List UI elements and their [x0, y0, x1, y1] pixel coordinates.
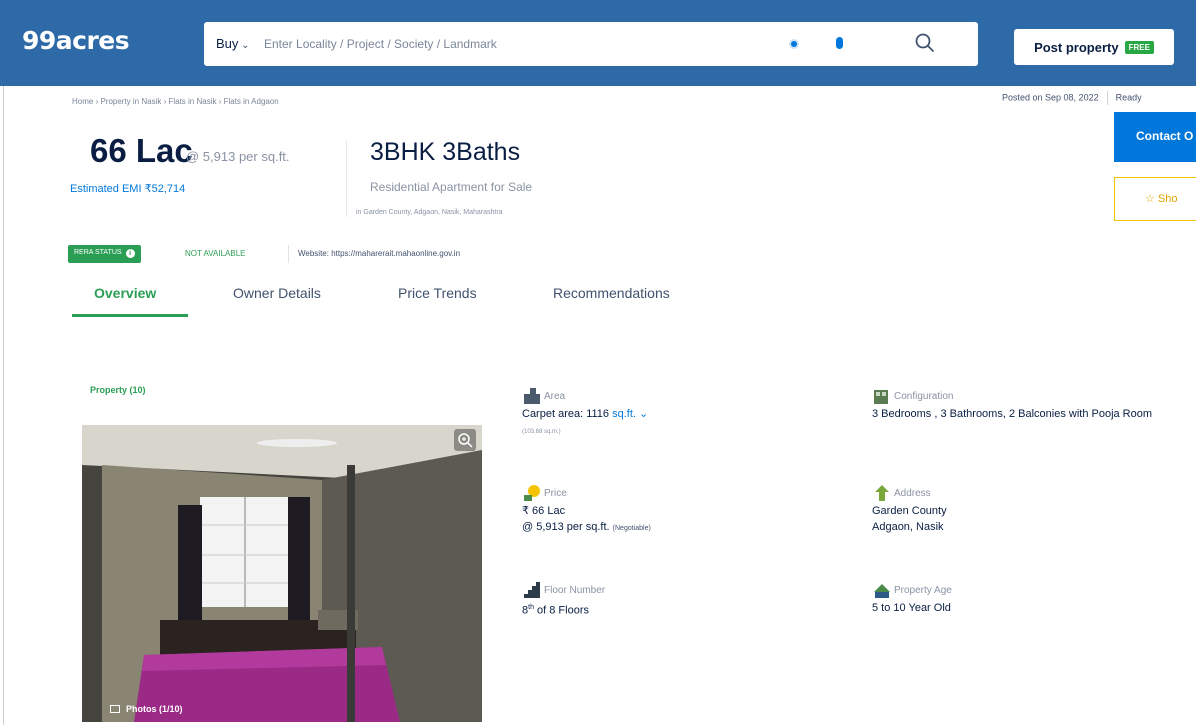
price-label: Price [544, 488, 567, 499]
info-icon[interactable]: i [125, 249, 135, 258]
bedroom-photo [82, 425, 482, 722]
configuration-label: Configuration [894, 391, 954, 402]
divider [288, 245, 289, 263]
area-value: Carpet area: 1116 sq.ft. ⌄ (103.68 sq.m.… [522, 406, 648, 440]
bed-icon [874, 390, 888, 404]
price-tag-icon [524, 485, 540, 501]
listing-subtitle: Residential Apartment for Sale [370, 180, 533, 194]
configuration-value: 3 Bedrooms , 3 Bathrooms, 2 Balconies wi… [872, 408, 1153, 420]
page-edge [3, 86, 4, 725]
building-age-icon [874, 584, 890, 598]
rera-status-badge: RERA STATUS i [68, 245, 141, 263]
availability-status: Ready [1115, 92, 1142, 103]
posted-date: Posted on Sep 08, 2022 [1002, 92, 1099, 103]
listing-address: in Garden County, Adgaon, Nasik, Maharas… [356, 209, 503, 216]
photos-count-button[interactable]: Photos (1/10) [110, 704, 183, 714]
breadcrumb[interactable]: Home › Property in Nasik › Flats in Nasi… [72, 97, 279, 106]
star-icon: ☆ [1145, 193, 1158, 205]
address-icon [875, 485, 889, 501]
address-value: Garden County Adgaon, Nasik [872, 503, 947, 535]
rera-status-value: NOT AVAILABLE [185, 249, 246, 258]
tab-overview[interactable]: Overview [94, 285, 156, 323]
total-floors: of 8 Floors [537, 604, 589, 617]
search-input[interactable] [264, 30, 764, 58]
posted-info: Posted on Sep 08, 2022 Ready [1002, 91, 1142, 105]
floor-value: 8th of 8 Floors [522, 600, 589, 619]
price-amount: ₹ 66 Lac [522, 505, 566, 517]
gallery-icon [110, 705, 120, 713]
property-photos-label: Property (10) [90, 385, 146, 395]
active-tab-indicator [72, 314, 188, 317]
property-photo[interactable]: Photos (1/10) [82, 425, 482, 722]
area-label: Area [544, 391, 566, 402]
property-age-label: Property Age [894, 585, 952, 596]
carpet-area: Carpet area: 1116 [522, 408, 610, 420]
shortlist-button[interactable]: ☆ Sho [1114, 177, 1196, 221]
buy-dropdown[interactable]: Buy ⌄ [216, 36, 250, 51]
location-icon[interactable] [789, 39, 799, 49]
address-line2: Adgaon, Nasik [872, 521, 944, 533]
address-line1: Garden County [872, 505, 947, 517]
microphone-icon[interactable] [836, 37, 843, 49]
price-per-sqft-detail: @ 5,913 per sq.ft. [522, 521, 610, 533]
shortlist-label: Sho [1157, 193, 1178, 205]
listing-title: 3BHK 3Baths [370, 138, 521, 166]
contact-owner-button[interactable]: Contact O [1114, 112, 1196, 162]
price-main: 66 Lac [90, 132, 193, 169]
tab-owner-details[interactable]: Owner Details [233, 285, 321, 323]
negotiable-tag: (Negotiable) [612, 525, 651, 532]
floor-suffix: th [528, 604, 534, 611]
price-per-sqft: @ 5,913 per sq.ft. [186, 149, 290, 164]
estimated-emi-link[interactable]: Estimated EMI ₹52,714 [70, 182, 185, 195]
buy-label: Buy [216, 36, 239, 51]
divider [1106, 91, 1108, 105]
search-bar: Buy ⌄ [204, 22, 978, 66]
site-logo[interactable]: 99acres [22, 26, 130, 55]
floor-icon [524, 582, 540, 598]
tab-recommendations[interactable]: Recommendations [553, 285, 670, 323]
post-property-button[interactable]: Post property FREE [1014, 29, 1174, 65]
property-age-value: 5 to 10 Year Old [872, 602, 951, 614]
zoom-icon[interactable] [454, 429, 476, 451]
rera-website[interactable]: Website: https://maharerait.mahaonline.g… [298, 249, 460, 258]
free-badge: FREE [1124, 40, 1154, 54]
area-unit-dropdown[interactable]: sq.ft. ⌄ [612, 408, 648, 420]
area-icon [524, 388, 540, 404]
chevron-down-icon: ⌄ [238, 40, 250, 51]
photos-count: Photos (1/10) [126, 704, 183, 714]
summary-divider [346, 141, 347, 217]
top-header: 99acres Buy ⌄ Post property FREE [0, 0, 1196, 86]
tab-price-trends[interactable]: Price Trends [398, 285, 477, 323]
price-value: ₹ 66 Lac @ 5,913 per sq.ft. (Negotiable) [522, 503, 651, 537]
rera-status-label: RERA STATUS [74, 249, 122, 256]
post-property-label: Post property [1034, 39, 1119, 55]
area-unit: sq.ft. [612, 408, 636, 420]
address-label: Address [894, 488, 931, 499]
floor-label: Floor Number [544, 585, 606, 596]
area-sqm: (103.68 sq.m.) [522, 429, 561, 435]
search-icon[interactable] [914, 32, 936, 54]
